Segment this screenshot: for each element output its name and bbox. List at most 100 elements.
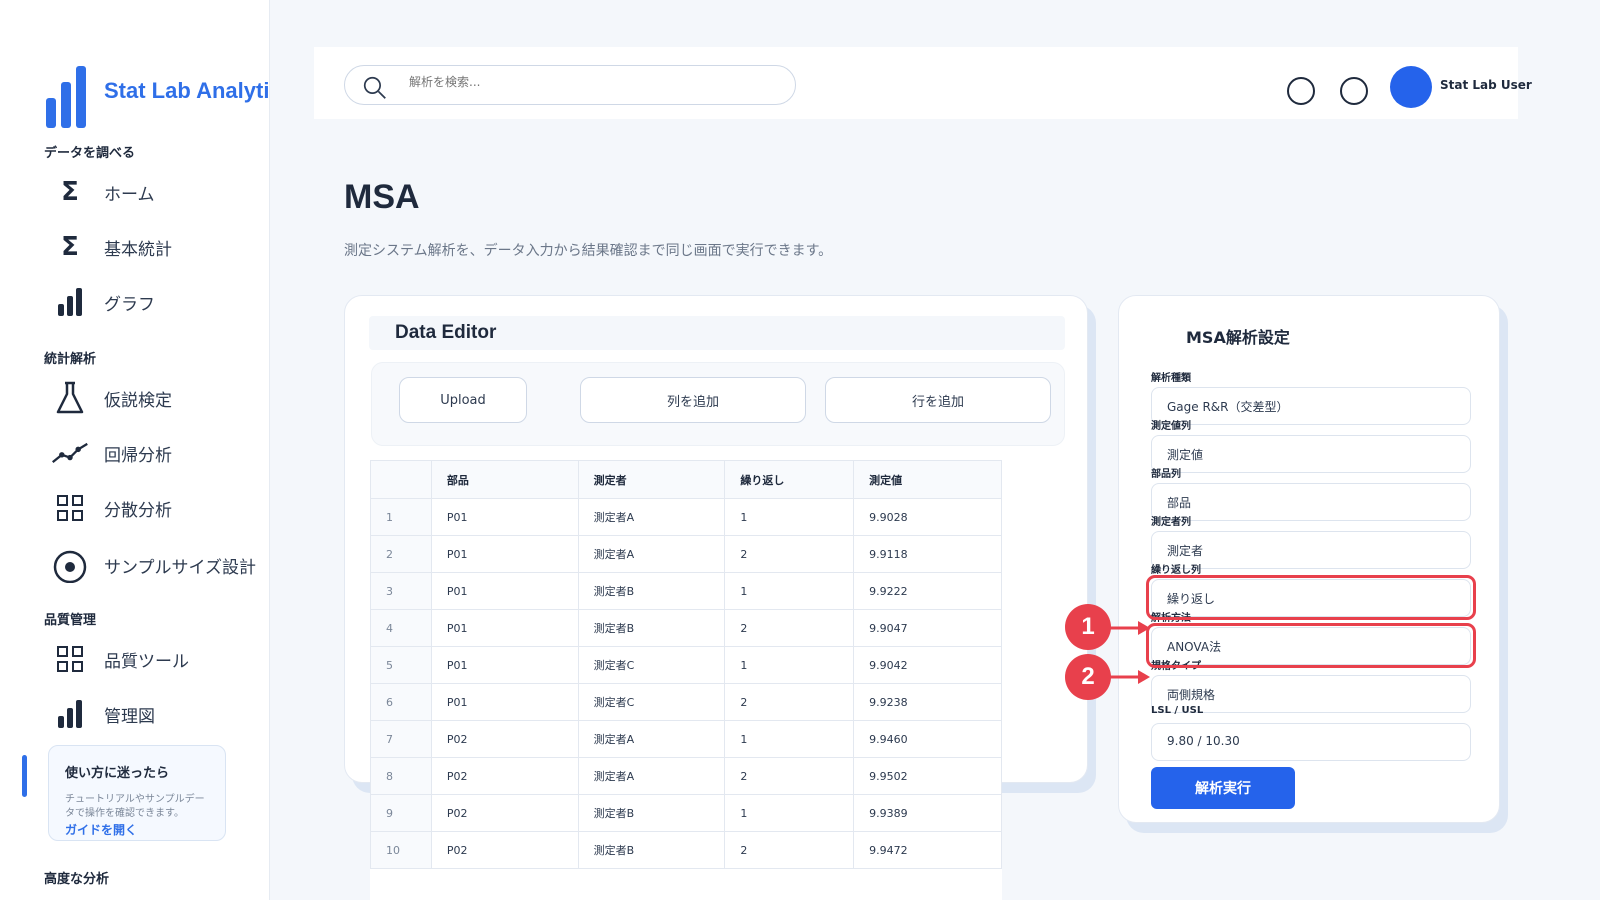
brand[interactable]: Stat Lab Analytics <box>46 66 269 128</box>
table-cell[interactable]: P01 <box>430 683 579 721</box>
section-label-quality: 品質管理 <box>44 613 97 628</box>
sidebar-item-label: 品質ツール <box>104 651 189 672</box>
row-index-cell: 3 <box>370 572 432 610</box>
sidebar-item-quality-tools[interactable]: 品質ツール <box>50 637 269 681</box>
settings-icon[interactable] <box>1340 77 1368 105</box>
table-cell[interactable]: 9.9389 <box>853 794 1002 832</box>
sigma-icon: Σ <box>61 232 79 262</box>
column-header[interactable]: 測定値 <box>853 460 1002 499</box>
bar-chart-icon <box>50 694 90 734</box>
table-cell[interactable]: 1 <box>724 794 855 832</box>
table-row[interactable]: 4 P01 測定者B 2 9.9047 <box>370 609 1002 647</box>
table-row[interactable]: 6 P01 測定者C 2 9.9238 <box>370 683 1002 721</box>
sidebar-item-home[interactable]: Σ ホーム <box>50 170 269 214</box>
upload-button[interactable]: Upload <box>399 377 527 423</box>
sidebar-item-label: 仮説検定 <box>104 390 172 411</box>
table-cell[interactable]: P01 <box>430 609 579 647</box>
table-cell[interactable]: 9.9028 <box>853 498 1002 536</box>
table-cell[interactable]: P01 <box>430 572 579 610</box>
row-index-cell: 8 <box>370 757 432 795</box>
add-column-button[interactable]: 列を追加 <box>580 377 806 423</box>
table-cell[interactable]: 2 <box>724 757 855 795</box>
table-cell[interactable]: 9.9460 <box>853 720 1002 758</box>
lsl-usl-input[interactable]: 9.80 / 10.30 <box>1151 723 1471 761</box>
table-cell[interactable]: 9.9118 <box>853 535 1002 573</box>
table-cell[interactable]: 2 <box>724 831 855 869</box>
table-header-row: 部品 測定者 繰り返し 測定値 <box>370 460 1002 499</box>
sidebar-item-regression[interactable]: 回帰分析 <box>50 431 269 475</box>
table-cell[interactable]: 測定者C <box>577 646 726 684</box>
column-header[interactable]: 繰り返し <box>724 460 855 499</box>
table-row[interactable]: 2 P01 測定者A 2 9.9118 <box>370 535 1002 573</box>
row-index-cell: 5 <box>370 646 432 684</box>
table-cell[interactable]: 測定者B <box>577 572 726 610</box>
table-row[interactable]: 9 P02 測定者B 1 9.9389 <box>370 794 1002 832</box>
table-row[interactable]: 1 P01 測定者A 1 9.9028 <box>370 498 1002 536</box>
annotation-badge-2: 2 <box>1065 654 1111 700</box>
table-cell[interactable]: P02 <box>430 757 579 795</box>
sidebar-item-graph[interactable]: グラフ <box>50 280 269 324</box>
page-description: 測定システム解析を、データ入力から結果確認まで同じ画面で実行できます。 <box>344 243 833 259</box>
table-row[interactable]: 5 P01 測定者C 1 9.9042 <box>370 646 1002 684</box>
table-cell[interactable]: 測定者C <box>577 683 726 721</box>
add-row-button[interactable]: 行を追加 <box>825 377 1051 423</box>
table-cell[interactable]: P02 <box>430 794 579 832</box>
sidebar-item-sample-size[interactable]: サンプルサイズ設計 <box>50 543 269 587</box>
bar-chart-icon <box>50 282 90 322</box>
editor-title: Data Editor <box>395 322 497 343</box>
column-header[interactable] <box>370 460 432 499</box>
row-index-cell: 4 <box>370 609 432 647</box>
table-cell[interactable]: 1 <box>724 646 855 684</box>
field-label: 解析種類 <box>1151 373 1191 384</box>
table-cell[interactable]: 測定者A <box>577 757 726 795</box>
guide-link[interactable]: ガイドを開く <box>65 821 209 838</box>
table-cell[interactable]: 2 <box>724 609 855 647</box>
table-cell[interactable]: P02 <box>430 720 579 758</box>
table-cell[interactable]: P01 <box>430 535 579 573</box>
table-cell[interactable]: 測定者B <box>577 609 726 647</box>
table-cell[interactable]: 2 <box>724 683 855 721</box>
table-cell[interactable]: P02 <box>430 831 579 869</box>
table-row[interactable]: 10 P02 測定者B 2 9.9472 <box>370 831 1002 869</box>
sidebar-item-anova[interactable]: 分散分析 <box>50 486 269 530</box>
table-cell[interactable]: 9.9042 <box>853 646 1002 684</box>
table-cell[interactable]: 1 <box>724 720 855 758</box>
table-row[interactable]: 8 P02 測定者A 2 9.9502 <box>370 757 1002 795</box>
table-cell[interactable]: 9.9502 <box>853 757 1002 795</box>
part-column-select[interactable]: 部品 <box>1151 483 1471 521</box>
table-cell[interactable]: 9.9472 <box>853 831 1002 869</box>
column-header[interactable]: 測定者 <box>577 460 726 499</box>
table-cell[interactable]: 測定者A <box>577 720 726 758</box>
notification-icon[interactable] <box>1287 77 1315 105</box>
table-cell[interactable]: 1 <box>724 498 855 536</box>
table-cell[interactable]: 9.9238 <box>853 683 1002 721</box>
table-row[interactable]: 3 P01 測定者B 1 9.9222 <box>370 572 1002 610</box>
table-cell[interactable]: 1 <box>724 572 855 610</box>
column-header[interactable]: 部品 <box>430 460 579 499</box>
table-cell[interactable]: 2 <box>724 535 855 573</box>
highlight-box <box>1146 575 1476 620</box>
table-cell[interactable]: 測定者B <box>577 831 726 869</box>
flask-icon <box>50 378 90 418</box>
table-cell[interactable]: P01 <box>430 498 579 536</box>
search-input[interactable] <box>409 75 769 89</box>
table-row[interactable]: 7 P02 測定者A 1 9.9460 <box>370 720 1002 758</box>
table-cell[interactable]: 測定者A <box>577 535 726 573</box>
table-cell[interactable]: 9.9222 <box>853 572 1002 610</box>
sidebar-item-label: 回帰分析 <box>104 445 172 466</box>
sidebar-item-hypothesis-test[interactable]: 仮説検定 <box>50 376 269 420</box>
avatar[interactable] <box>1390 66 1432 108</box>
table-cell[interactable]: 測定者A <box>577 498 726 536</box>
run-analysis-button[interactable]: 解析実行 <box>1151 767 1295 809</box>
table-cell[interactable]: 9.9047 <box>853 609 1002 647</box>
analysis-type-select[interactable]: Gage R&R（交差型） <box>1151 387 1471 425</box>
sidebar-item-label: グラフ <box>104 294 155 315</box>
search-box[interactable] <box>344 65 796 105</box>
grid-icon <box>50 639 90 679</box>
sidebar-item-control-chart[interactable]: 管理図 <box>50 692 269 736</box>
table-cell[interactable]: 測定者B <box>577 794 726 832</box>
measurement-column-select[interactable]: 測定値 <box>1151 435 1471 473</box>
table-cell[interactable]: P01 <box>430 646 579 684</box>
sidebar-item-label: 基本統計 <box>104 239 172 260</box>
sidebar-item-basic-stats[interactable]: Σ 基本統計 <box>50 225 269 269</box>
